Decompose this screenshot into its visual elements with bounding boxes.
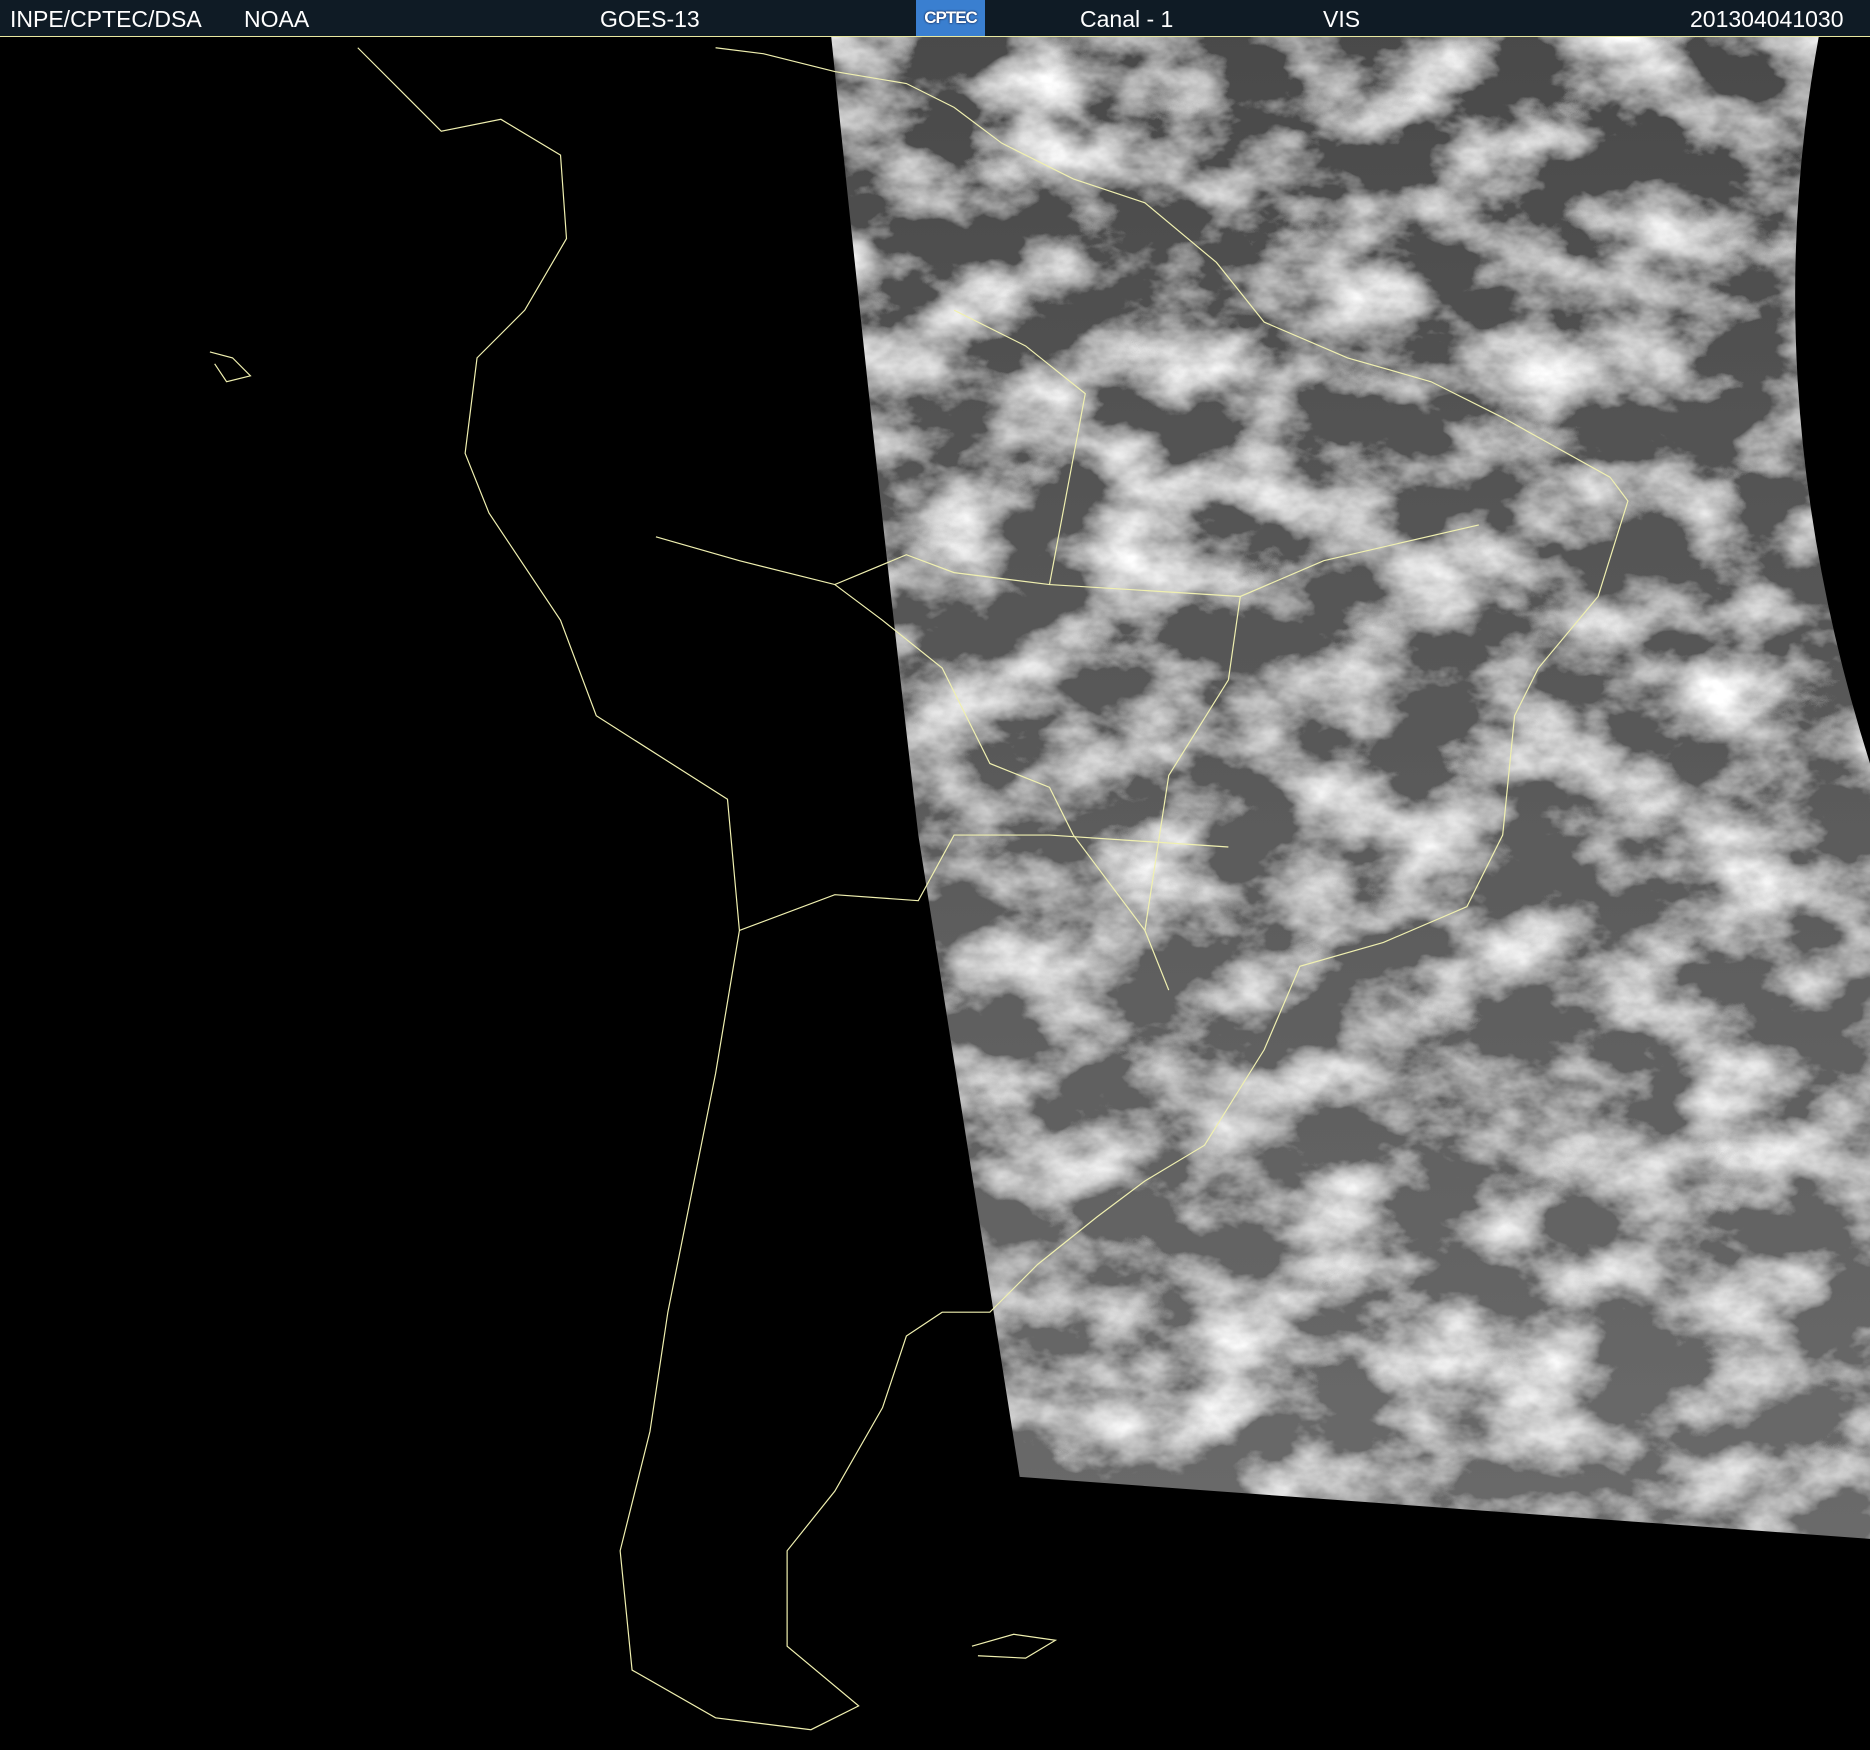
satellite-swath [831,37,1870,1539]
agency-label: INPE/CPTEC/DSA [10,6,202,32]
logo-text: CPTEC [924,8,978,27]
timestamp-label: 201304041030 [1690,6,1844,32]
band-label: VIS [1323,6,1361,32]
cptec-logo: CPTEC [916,0,985,36]
satellite-image [209,37,1870,1731]
header-bar: INPE/CPTEC/DSA NOAA GOES-13 CPTEC Canal … [0,0,1870,37]
channel-label: Canal - 1 [1080,6,1174,32]
galapagos-islands [209,351,252,383]
source-label: NOAA [244,6,310,32]
falkland-islands [971,1633,1058,1659]
satellite-label: GOES-13 [600,6,700,32]
